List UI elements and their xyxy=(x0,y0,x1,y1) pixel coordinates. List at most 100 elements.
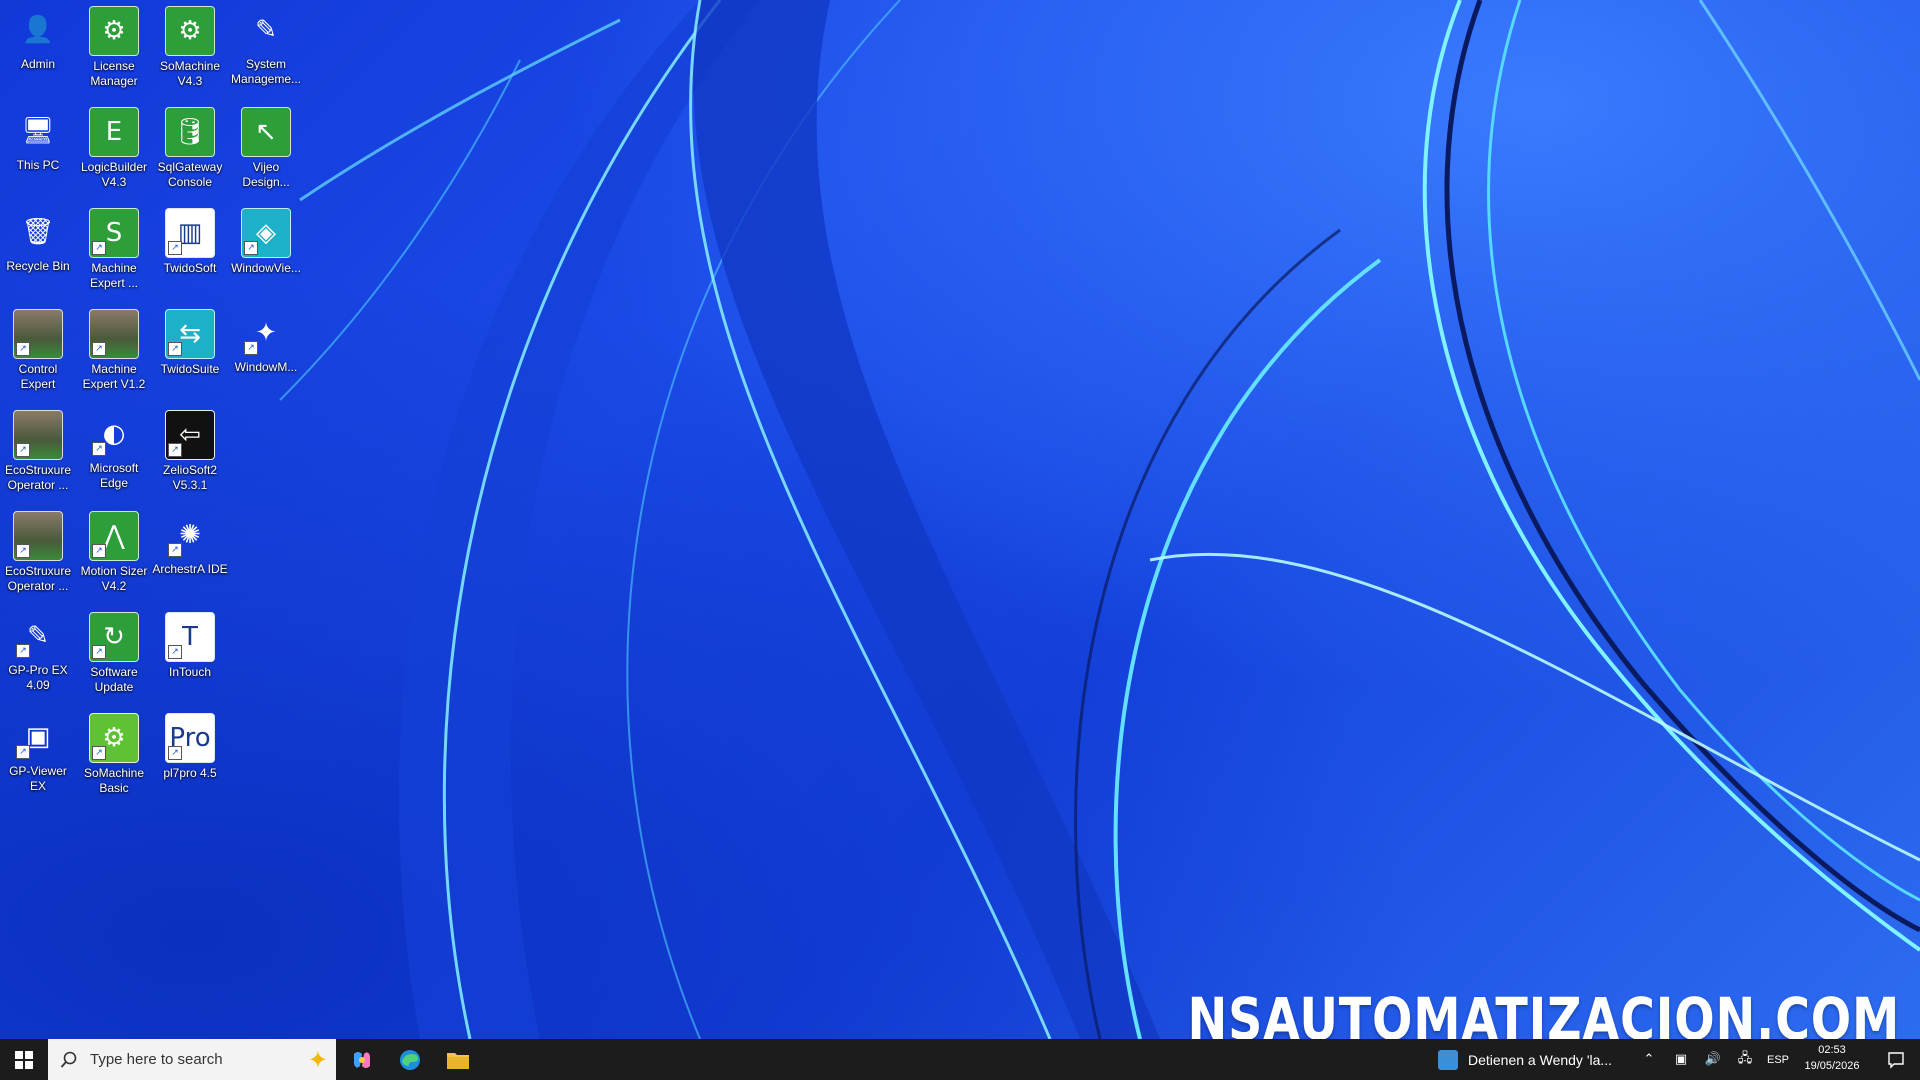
desktop-icon[interactable]: 🛢 SqlGateway Console xyxy=(152,101,228,201)
desktop-icon[interactable]: ✦ ↗ WindowM... xyxy=(228,303,304,403)
edge-icon: ◐ ↗ xyxy=(90,410,138,458)
speaker-icon: 🔊 xyxy=(1704,1052,1722,1067)
desktop-icon[interactable]: ↖ Vijeo Design... xyxy=(228,101,304,201)
database-icon: 🛢 xyxy=(165,107,215,157)
desktop-icon[interactable]: ◐ ↗ Microsoft Edge xyxy=(76,404,152,504)
desktop-icon-label: SoMachine V4.3 xyxy=(159,59,221,88)
desktop-icon[interactable]: ✎ System Manageme... xyxy=(228,0,304,100)
desktop-icon[interactable]: ⇆ ↗ TwidoSuite xyxy=(152,303,228,403)
icon-glyph: 🗑 xyxy=(21,217,55,247)
camera-icon: ▣ xyxy=(1674,1052,1688,1067)
desktop-icon[interactable]: ↗ Machine Expert V1.2 xyxy=(76,303,152,403)
folder-icon xyxy=(447,1052,469,1069)
desktop-icon[interactable]: ✎ ↗ GP-Pro EX 4.09 xyxy=(0,606,76,706)
desktop-icon[interactable]: ⇦ ↗ ZelioSoft2 V5.3.1 xyxy=(152,404,228,504)
clock[interactable]: 02:53 19/05/2026 xyxy=(1788,1042,1876,1078)
shortcut-arrow-icon: ↗ xyxy=(92,241,106,255)
desktop-icon-label: GP-Viewer EX xyxy=(9,764,67,793)
start-button[interactable] xyxy=(0,1039,48,1080)
shortcut-arrow-icon: ↗ xyxy=(92,442,106,456)
search-placeholder: Type here to search xyxy=(90,1051,223,1068)
shortcut-arrow-icon: ↗ xyxy=(16,342,30,356)
icon-glyph: ✎ xyxy=(255,15,277,45)
desktop-icon[interactable]: ↻ ↗ Software Update xyxy=(76,606,152,706)
desktop-icon[interactable]: 🖥 This PC xyxy=(0,101,76,201)
chevron-up-icon: ⌃ xyxy=(1643,1052,1655,1067)
computer-icon: 🖥 xyxy=(14,107,62,155)
desktop-icon-label: This PC xyxy=(16,158,60,172)
desktop-icon[interactable]: ◈ ↗ WindowVie... xyxy=(228,202,304,302)
desktop-icon-label: Microsoft Edge xyxy=(89,461,139,490)
desktop-icon[interactable]: ⚙ ↗ SoMachine Basic xyxy=(76,707,152,807)
search-input[interactable]: Type here to search ✦ xyxy=(48,1039,336,1080)
watermark-text: NSAUTOMATIZACION.COM xyxy=(1187,985,1900,1039)
shortcut-arrow-icon: ↗ xyxy=(168,443,182,457)
shortcut-arrow-icon: ↗ xyxy=(92,342,106,356)
desktop-icon[interactable]: 🗑 Recycle Bin xyxy=(0,202,76,302)
desktop-icon[interactable]: ⋀ ↗ Motion Sizer V4.2 xyxy=(76,505,152,605)
desktop-icon[interactable]: ↗ Control Expert xyxy=(0,303,76,403)
desktop-icon[interactable]: ✺ ↗ ArchestrA IDE xyxy=(152,505,228,605)
desktop-icon-label: ZelioSoft2 V5.3.1 xyxy=(162,463,218,492)
desktop-icon-label: GP-Pro EX 4.09 xyxy=(8,663,68,692)
sparkle-icon[interactable]: ✦ xyxy=(308,1046,328,1075)
desktop-icon[interactable]: ↗ EcoStruxure Operator ... xyxy=(0,404,76,504)
meet-now-tray-button[interactable]: ▣ xyxy=(1666,1039,1696,1080)
network-tray-button[interactable]: 🖧 xyxy=(1730,1039,1760,1080)
desktop-icon[interactable]: ▥ ↗ TwidoSoft xyxy=(152,202,228,302)
notification-center-button[interactable] xyxy=(1872,1039,1920,1080)
desktop-icon[interactable]: ⚙ SoMachine V4.3 xyxy=(152,0,228,100)
desktop-icon[interactable]: T ↗ InTouch xyxy=(152,606,228,706)
desktop-icon-label: SqlGateway Console xyxy=(157,160,223,189)
shortcut-arrow-icon: ↗ xyxy=(16,644,30,658)
user-folder-icon: 👤 xyxy=(14,6,62,54)
desktop-icon-label: EcoStruxure Operator ... xyxy=(4,463,72,492)
show-hidden-icons-button[interactable]: ⌃ xyxy=(1634,1039,1664,1080)
desktop-icon-label: EcoStruxure Operator ... xyxy=(4,564,72,593)
desktop-icon[interactable]: ⚙ License Manager xyxy=(76,0,152,100)
shortcut-arrow-icon: ↗ xyxy=(16,745,30,759)
shortcut-arrow-icon: ↗ xyxy=(168,342,182,356)
file-explorer-taskbar-button[interactable] xyxy=(434,1039,482,1080)
pl7pro-icon: Pro ↗ xyxy=(165,713,215,763)
somachine-basic-icon: ⚙ ↗ xyxy=(89,713,139,763)
desktop[interactable]: 👤 Admin ⚙ License Manager ⚙ SoMachine V4.3 ✎ Sy… xyxy=(0,0,1920,1039)
clock-date: 19/05/2026 xyxy=(1804,1060,1860,1072)
gp-viewer-ex-icon: ▣ ↗ xyxy=(14,713,62,761)
desktop-icon[interactable]: Pro ↗ pl7pro 4.5 xyxy=(152,707,228,807)
license-manager-icon: ⚙ xyxy=(89,6,139,56)
icon-glyph: 👤 xyxy=(21,15,55,45)
machine-expert-icon: S ↗ xyxy=(89,208,139,258)
copilot-icon xyxy=(354,1051,370,1068)
icon-glyph: E xyxy=(105,117,123,147)
shortcut-arrow-icon: ↗ xyxy=(92,544,106,558)
search-icon xyxy=(60,1051,77,1068)
desktop-icon-label: Machine Expert V1.2 xyxy=(82,362,146,391)
edge-taskbar-button[interactable] xyxy=(386,1039,434,1080)
desktop-icon[interactable]: ↗ EcoStruxure Operator ... xyxy=(0,505,76,605)
windowmaker-icon: ✦ ↗ xyxy=(242,309,290,357)
icon-glyph: ⚙ xyxy=(178,16,202,46)
desktop-icon[interactable]: E LogicBuilder V4.3 xyxy=(76,101,152,201)
intouch-icon: T ↗ xyxy=(165,612,215,662)
shortcut-arrow-icon: ↗ xyxy=(16,544,30,558)
desktop-icon-label: Software Update xyxy=(90,665,138,694)
news-widget[interactable]: Detienen a Wendy 'la... xyxy=(1438,1039,1638,1080)
desktop-icon-label: WindowVie... xyxy=(231,261,301,275)
icon-glyph: ↖ xyxy=(255,117,277,147)
windowviewer-icon: ◈ ↗ xyxy=(241,208,291,258)
desktop-icon[interactable]: 👤 Admin xyxy=(0,0,76,100)
copilot-taskbar-button[interactable] xyxy=(338,1039,386,1080)
shortcut-arrow-icon: ↗ xyxy=(168,746,182,760)
desktop-icon[interactable]: S ↗ Machine Expert ... xyxy=(76,202,152,302)
ecostruxure-operator-icon: ↗ xyxy=(13,410,63,460)
desktop-icon-label: TwidoSoft xyxy=(163,261,217,275)
volume-tray-button[interactable]: 🔊 xyxy=(1698,1039,1728,1080)
desktop-icon[interactable]: ▣ ↗ GP-Viewer EX xyxy=(0,707,76,807)
shortcut-arrow-icon: ↗ xyxy=(244,341,258,355)
windows-icon xyxy=(15,1050,33,1069)
shortcut-arrow-icon: ↗ xyxy=(168,241,182,255)
desktop-icon-label: Machine Expert ... xyxy=(89,261,139,290)
clock-time: 02:53 xyxy=(1818,1044,1846,1056)
desktop-icon-label: InTouch xyxy=(168,665,212,679)
